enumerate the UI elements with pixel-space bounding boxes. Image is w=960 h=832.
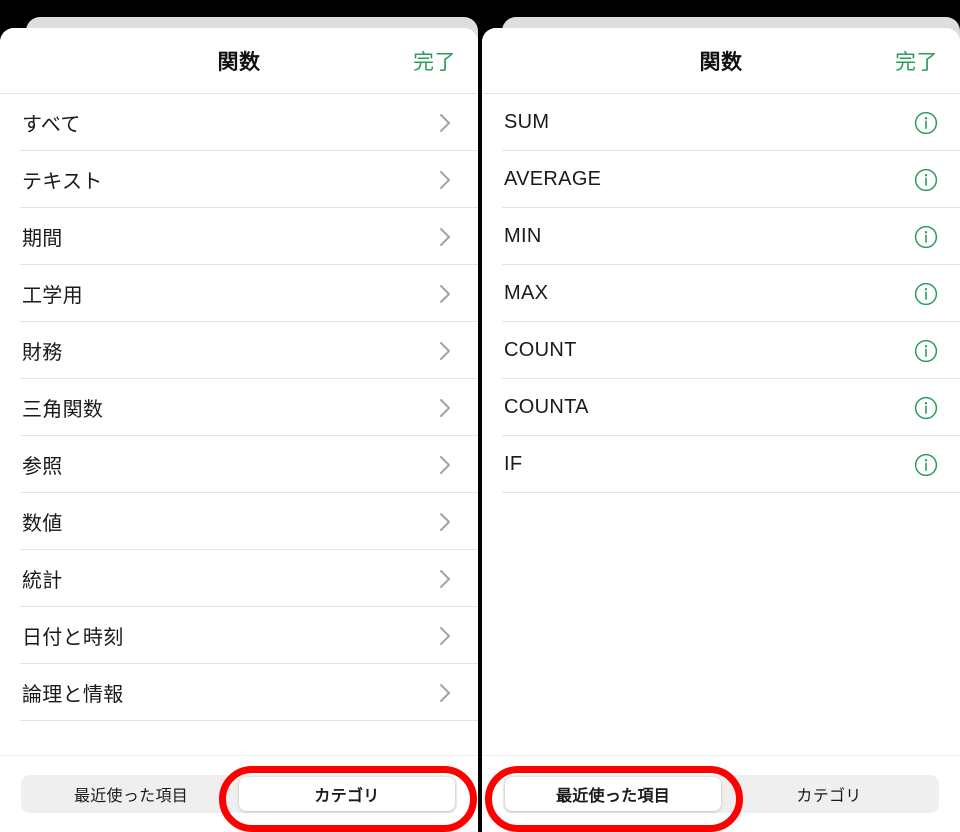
tab-bar-left: 最近使った項目 カテゴリ: [0, 755, 478, 832]
segment-tab-0[interactable]: 最近使った項目: [23, 777, 239, 811]
function-browser-recents-panel: 関数 完了 SUM AVERAGE MIN MAX COUNT COUNTA IF 最近使っ…: [480, 0, 960, 832]
list-item[interactable]: 期間: [0, 208, 478, 265]
chevron-right-icon: [439, 169, 452, 191]
screenshot-root: 関数 完了 すべてテキスト期間工学用財務三角関数参照数値統計日付と時刻論理と情報…: [0, 0, 960, 832]
info-circle-icon[interactable]: [914, 396, 938, 420]
list-item-label: 工学用: [22, 285, 83, 307]
function-sheet-left: 関数 完了 すべてテキスト期間工学用財務三角関数参照数値統計日付と時刻論理と情報…: [0, 28, 478, 832]
list-item-label: 期間: [22, 228, 63, 250]
list-item[interactable]: 三角関数: [0, 379, 478, 436]
chevron-right-icon: [439, 682, 452, 704]
segmented-control-right[interactable]: 最近使った項目 カテゴリ: [503, 775, 939, 813]
list-item[interactable]: COUNTA: [482, 379, 960, 436]
list-item-label: 日付と時刻: [22, 627, 124, 649]
page-title: 関数: [217, 50, 261, 74]
list-item[interactable]: AVERAGE: [482, 151, 960, 208]
list-item-label: 参照: [22, 456, 63, 478]
list-item-label: 数値: [22, 513, 63, 535]
function-sheet-right: 関数 完了 SUM AVERAGE MIN MAX COUNT COUNTA IF 最近使っ…: [482, 28, 960, 832]
info-circle-icon[interactable]: [914, 453, 938, 477]
chevron-right-icon: [439, 340, 452, 362]
list-item-label: 統計: [22, 570, 63, 592]
list-item-label: テキスト: [22, 171, 103, 193]
chevron-right-icon: [439, 397, 452, 419]
chevron-right-icon: [439, 226, 452, 248]
list-item-label: 三角関数: [22, 399, 104, 421]
list-item[interactable]: 論理と情報: [0, 664, 478, 721]
list-item[interactable]: 数値: [0, 493, 478, 550]
list-item[interactable]: IF: [482, 436, 960, 493]
chevron-right-icon: [439, 568, 452, 590]
info-circle-icon[interactable]: [914, 282, 938, 306]
info-circle-icon[interactable]: [914, 225, 938, 249]
chevron-right-icon: [439, 625, 452, 647]
info-circle-icon[interactable]: [914, 339, 938, 363]
segmented-control-left[interactable]: 最近使った項目 カテゴリ: [21, 775, 457, 813]
list-item[interactable]: SUM: [482, 94, 960, 151]
list-item[interactable]: 財務: [0, 322, 478, 379]
done-button[interactable]: 完了: [413, 46, 456, 76]
sheet-header-left: 関数 完了: [0, 28, 478, 94]
list-item[interactable]: 日付と時刻: [0, 607, 478, 664]
done-button[interactable]: 完了: [895, 46, 938, 76]
chevron-right-icon: [439, 511, 452, 533]
list-item[interactable]: テキスト: [0, 151, 478, 208]
list-item-label: COUNTA: [504, 396, 589, 418]
tab-bar-right: 最近使った項目 カテゴリ: [482, 755, 960, 832]
sheet-header-right: 関数 完了: [482, 28, 960, 94]
list-item-label: COUNT: [504, 339, 577, 361]
list-item-label: 財務: [22, 342, 63, 364]
list-item-label: IF: [504, 453, 523, 475]
info-circle-icon[interactable]: [914, 168, 938, 192]
segment-tab-1[interactable]: カテゴリ: [239, 777, 455, 811]
list-item[interactable]: 統計: [0, 550, 478, 607]
function-browser-categories-panel: 関数 完了 すべてテキスト期間工学用財務三角関数参照数値統計日付と時刻論理と情報…: [0, 0, 480, 832]
chevron-right-icon: [439, 283, 452, 305]
list-item-label: MIN: [504, 225, 542, 247]
list-item[interactable]: すべて: [0, 94, 478, 151]
list-item-label: AVERAGE: [504, 168, 602, 190]
chevron-right-icon: [439, 454, 452, 476]
list-item-label: SUM: [504, 111, 550, 133]
info-circle-icon[interactable]: [914, 111, 938, 135]
list-item[interactable]: 工学用: [0, 265, 478, 322]
page-title: 関数: [699, 50, 743, 74]
list-item[interactable]: COUNT: [482, 322, 960, 379]
chevron-right-icon: [439, 112, 452, 134]
list-item[interactable]: MAX: [482, 265, 960, 322]
function-list: SUM AVERAGE MIN MAX COUNT COUNTA IF: [482, 94, 960, 755]
list-item-label: すべて: [22, 114, 81, 136]
list-item-label: 論理と情報: [22, 684, 124, 706]
segment-tab-1[interactable]: カテゴリ: [721, 777, 937, 811]
list-item[interactable]: 参照: [0, 436, 478, 493]
category-list: すべてテキスト期間工学用財務三角関数参照数値統計日付と時刻論理と情報: [0, 94, 478, 755]
list-item-label: MAX: [504, 282, 549, 304]
segment-tab-0[interactable]: 最近使った項目: [505, 777, 721, 811]
list-item[interactable]: MIN: [482, 208, 960, 265]
